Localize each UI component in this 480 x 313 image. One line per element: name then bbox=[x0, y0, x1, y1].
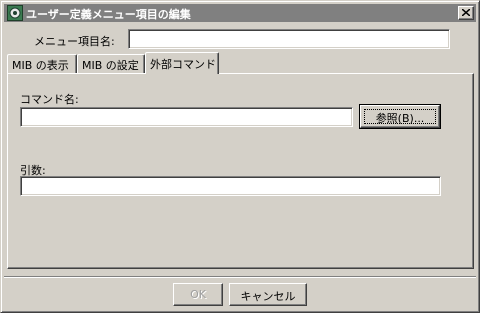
cancel-button[interactable]: キャンセル bbox=[229, 283, 307, 306]
menu-item-name-label: メニュー項目名: bbox=[34, 35, 115, 48]
arguments-input[interactable] bbox=[20, 176, 441, 196]
ok-button[interactable]: OK bbox=[173, 283, 223, 306]
cancel-button-label: キャンセル bbox=[240, 290, 296, 303]
dialog-window: ユーザー定義メニュー項目の編集 メニュー項目名: MIB の表示 MIB の設定… bbox=[0, 0, 480, 313]
tab-panel-external-command: コマンド名: 参照(B)... 引数: bbox=[7, 73, 474, 269]
menu-item-name-input[interactable] bbox=[128, 29, 450, 49]
ok-button-label: OK bbox=[190, 288, 206, 301]
browse-button[interactable]: 参照(B)... bbox=[359, 104, 441, 129]
tab-mib-display[interactable]: MIB の表示 bbox=[7, 54, 77, 73]
close-icon bbox=[462, 9, 470, 16]
close-button[interactable] bbox=[458, 6, 474, 20]
browse-button-label: 参照(B)... bbox=[375, 112, 425, 125]
command-name-input[interactable] bbox=[20, 107, 353, 127]
title-bar[interactable]: ユーザー定義メニュー項目の編集 bbox=[4, 4, 476, 22]
window-title: ユーザー定義メニュー項目の編集 bbox=[26, 8, 191, 21]
command-name-label: コマンド名: bbox=[20, 93, 79, 106]
tab-external-command[interactable]: 外部コマンド bbox=[145, 52, 219, 74]
app-icon bbox=[7, 5, 23, 21]
footer-separator bbox=[4, 276, 476, 278]
tab-mib-settings[interactable]: MIB の設定 bbox=[77, 54, 145, 73]
